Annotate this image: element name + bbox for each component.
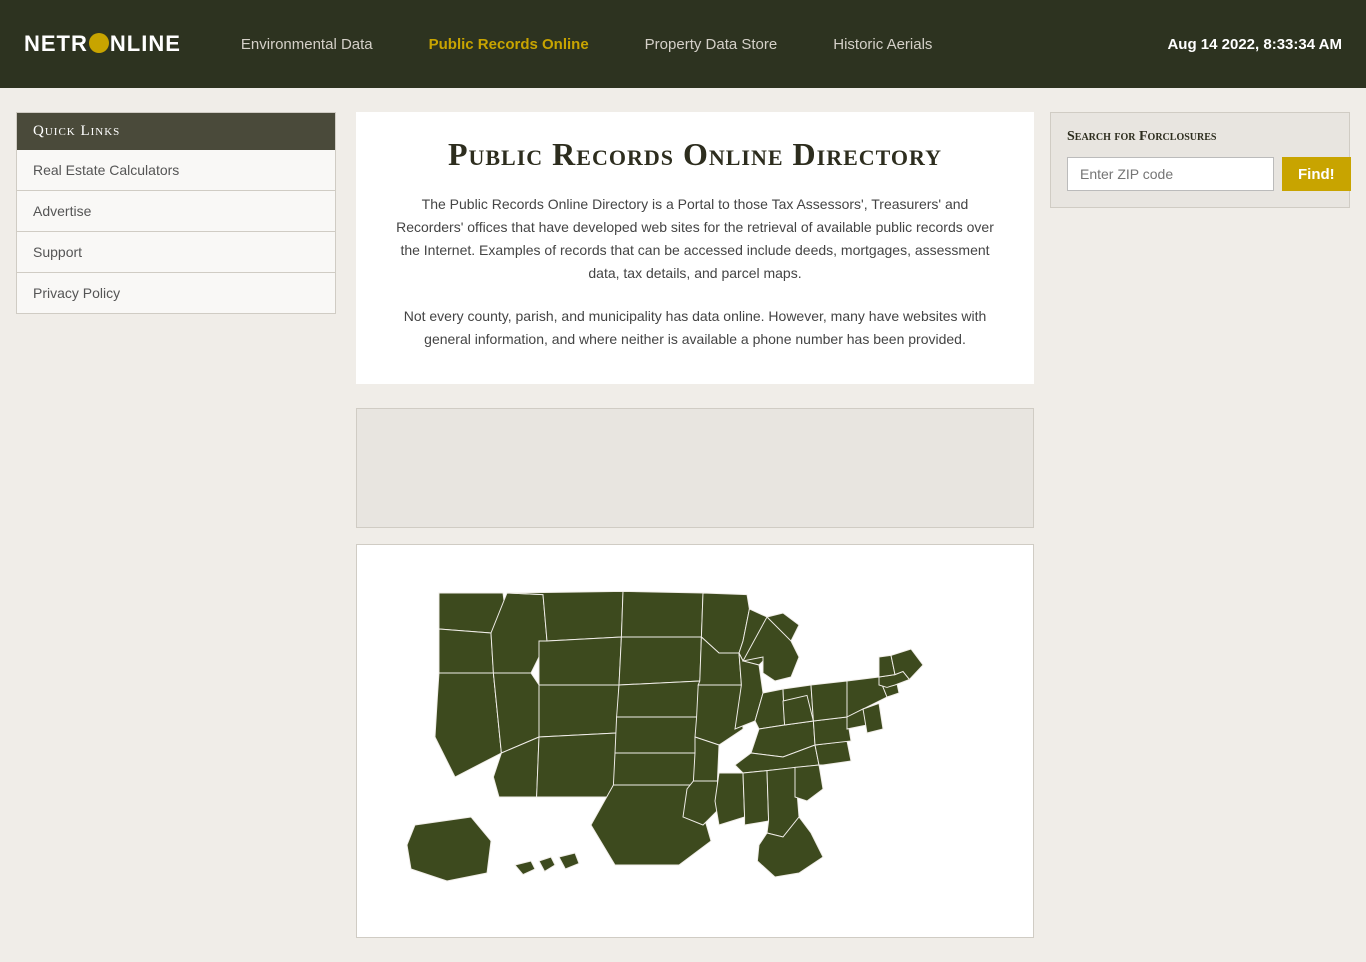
zip-code-input[interactable] [1067,157,1274,191]
state-hi-1[interactable] [515,861,535,875]
description-paragraph-2: Not every county, parish, and municipali… [396,305,994,367]
content-area: Public Records Online Directory The Publ… [356,112,1034,938]
sidebar-item-real-estate-calculators[interactable]: Real Estate Calculators [17,150,335,191]
site-header: NETR NLINE Environmental Data Public Reco… [0,0,1366,88]
us-map-svg[interactable] [375,561,1015,921]
state-ar[interactable] [693,737,719,781]
state-ms[interactable] [715,773,745,825]
logo-globe-icon [89,33,109,53]
sidebar-item-privacy-policy[interactable]: Privacy Policy [17,273,335,313]
state-sc[interactable] [795,765,823,801]
state-ak[interactable] [407,817,491,881]
state-or[interactable] [439,629,493,673]
foreclosure-search-box: Search for Forclosures Find! [1050,112,1350,208]
state-nd[interactable] [621,591,703,637]
logo-area[interactable]: NETR NLINE [24,31,181,57]
nav-historic-aerials[interactable]: Historic Aerials [805,0,960,88]
state-la[interactable] [683,781,719,825]
logo-text-nline: NLINE [110,31,181,57]
sidebar-item-support[interactable]: Support [17,232,335,273]
state-nm[interactable] [537,733,617,797]
foreclosure-search-title: Search for Forclosures [1067,129,1333,145]
sidebar: Quick Links Real Estate Calculators Adve… [16,112,336,314]
description-paragraph-1: The Public Records Online Directory is a… [396,193,994,285]
state-ks[interactable] [615,717,698,753]
quick-links-box: Quick Links Real Estate Calculators Adve… [16,112,336,314]
sidebar-item-advertise[interactable]: Advertise [17,191,335,232]
foreclosure-search-row: Find! [1067,157,1333,191]
page-title: Public Records Online Directory [396,136,994,173]
state-hi-2[interactable] [539,857,555,871]
state-co[interactable] [539,685,619,737]
state-ca[interactable] [435,673,501,777]
nav-property-data-store[interactable]: Property Data Store [617,0,806,88]
us-map-section [356,544,1034,938]
state-pa[interactable] [811,681,847,721]
right-panel: Search for Forclosures Find! [1050,112,1350,208]
datetime-display: Aug 14 2022, 8:33:34 AM [1167,36,1342,53]
state-va[interactable] [813,717,851,745]
page-title-section: Public Records Online Directory The Publ… [356,112,1034,384]
us-map-container [373,561,1017,921]
state-nj[interactable] [863,703,883,733]
main-nav: Environmental Data Public Records Online… [213,0,1168,88]
state-ok[interactable] [613,753,696,785]
logo-text-netr: NETR [24,31,88,57]
nav-public-records-online[interactable]: Public Records Online [401,0,617,88]
state-ne[interactable] [617,681,700,717]
state-sd[interactable] [619,637,701,685]
state-al[interactable] [743,770,769,824]
find-button[interactable]: Find! [1282,157,1351,191]
advertisement-banner [356,408,1034,528]
main-layout: Quick Links Real Estate Calculators Adve… [0,88,1366,962]
quick-links-header: Quick Links [17,113,335,150]
site-logo: NETR NLINE [24,31,181,57]
state-wy[interactable] [539,637,621,685]
state-hi-3[interactable] [559,853,579,869]
state-mo[interactable] [695,685,743,745]
nav-environmental-data[interactable]: Environmental Data [213,0,401,88]
